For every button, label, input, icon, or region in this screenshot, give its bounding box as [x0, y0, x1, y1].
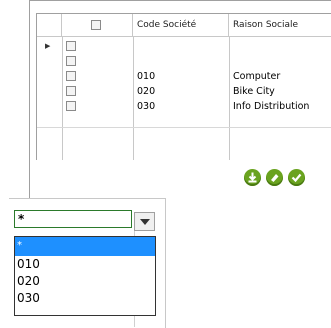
column-header-code[interactable]: Code Société — [133, 14, 229, 36]
table-row[interactable]: 020 Bike City — [37, 84, 331, 99]
row-checkbox[interactable] — [66, 86, 76, 96]
current-row-indicator-icon: ▶ — [45, 42, 51, 50]
table-row[interactable]: 030 Info Distribution — [37, 99, 331, 114]
download-icon — [248, 172, 257, 183]
dropdown-option[interactable]: 010 — [15, 256, 155, 273]
code-filter-input[interactable]: * — [14, 210, 132, 228]
cell-code[interactable] — [133, 54, 137, 69]
grid-panel: Code Société Raison Sociale ▶ 010 Comput… — [29, 0, 331, 199]
cell-code[interactable] — [133, 39, 137, 54]
data-grid: Code Société Raison Sociale ▶ 010 Comput… — [36, 13, 331, 162]
dropdown-list: * 010 020 030 — [14, 236, 156, 316]
table-row[interactable]: ▶ — [37, 39, 331, 54]
dropdown-option[interactable]: 030 — [15, 290, 155, 307]
cell-raison[interactable] — [229, 39, 233, 54]
cell-raison[interactable]: Bike City — [229, 84, 275, 99]
cell-code[interactable]: 020 — [133, 84, 155, 99]
table-row[interactable]: 010 Computer — [37, 69, 331, 84]
dropdown-button[interactable] — [134, 212, 155, 231]
row-checkbox[interactable] — [66, 71, 76, 81]
column-header-raison[interactable]: Raison Sociale — [229, 14, 331, 36]
row-checkbox[interactable] — [66, 41, 76, 51]
chevron-down-icon — [140, 219, 150, 225]
cell-raison[interactable] — [229, 54, 233, 69]
cell-code[interactable]: 030 — [133, 99, 155, 114]
eraser-icon — [271, 174, 279, 182]
filter-area: * * 010 020 030 — [0, 198, 331, 328]
select-all-checkbox[interactable] — [91, 20, 101, 30]
dropdown-option[interactable]: * — [15, 237, 155, 256]
cell-code[interactable]: 010 — [133, 69, 155, 84]
row-checkbox[interactable] — [66, 56, 76, 66]
select-all-column-header[interactable] — [62, 14, 133, 36]
download-button[interactable] — [244, 169, 261, 186]
indicator-column-header — [37, 14, 62, 36]
grid-toolbar — [36, 160, 331, 198]
table-row[interactable] — [37, 54, 331, 69]
grid-header: Code Société Raison Sociale — [37, 14, 331, 37]
cell-raison[interactable]: Info Distribution — [229, 99, 309, 114]
row-checkbox[interactable] — [66, 101, 76, 111]
grid-footer-line — [37, 127, 331, 128]
clear-button[interactable] — [266, 169, 283, 186]
dropdown-option[interactable]: 020 — [15, 273, 155, 290]
check-icon — [291, 173, 302, 183]
cell-raison[interactable]: Computer — [229, 69, 280, 84]
validate-button[interactable] — [288, 169, 305, 186]
